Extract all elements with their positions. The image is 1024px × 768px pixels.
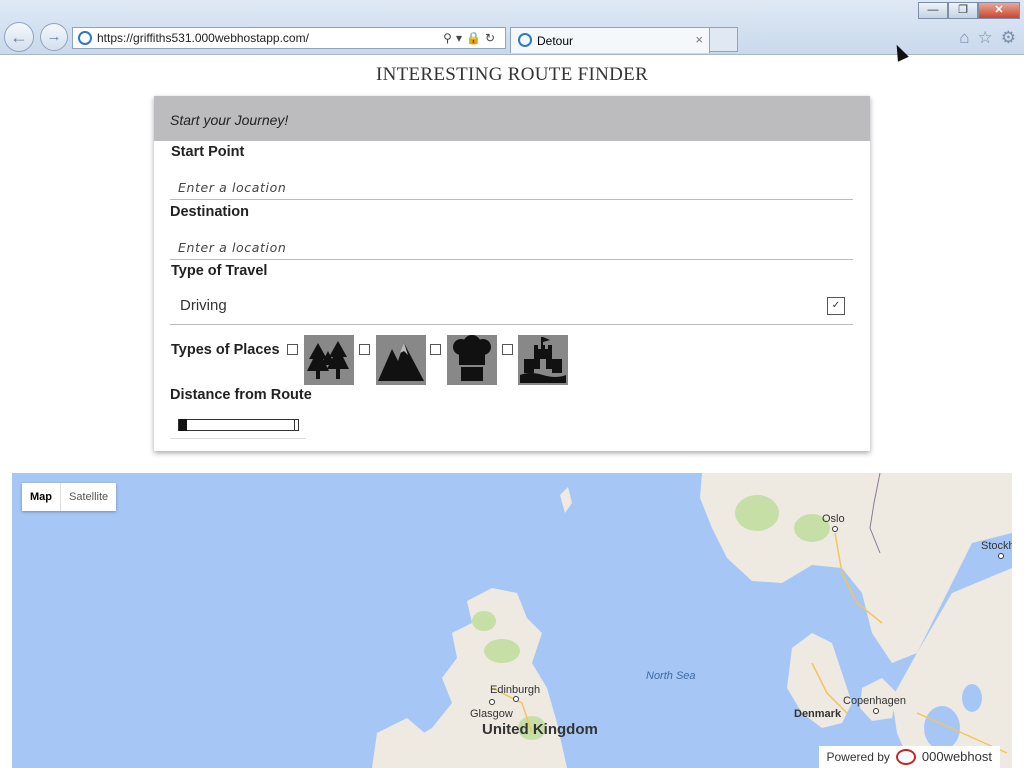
dropdown-icon[interactable]: ▾ (456, 31, 466, 45)
powered-by-badge[interactable]: Powered by 000webhost (818, 746, 1000, 768)
chevron-down-icon[interactable]: ✓ (827, 297, 845, 315)
settings-gear-icon[interactable]: ⚙ (1001, 28, 1016, 48)
map-label-oslo: Oslo (822, 513, 845, 525)
city-dot-oslo (832, 526, 838, 532)
favorites-star-icon[interactable]: ☆ (978, 28, 993, 48)
route-map[interactable]: Map Satellite Oslo Stockh North Sea Edin… (12, 473, 1012, 768)
tab-detour[interactable]: Detour × (510, 27, 710, 53)
address-bar[interactable]: https://griffiths531.000webhostapp.com/ … (72, 27, 506, 49)
map-label-north-sea: North Sea (646, 670, 696, 682)
map-label-stockholm: Stockh (981, 540, 1012, 552)
distance-label: Distance from Route (170, 387, 312, 403)
home-icon[interactable]: ⌂ (959, 28, 969, 48)
map-label-copenhagen: Copenhagen (843, 695, 907, 707)
lock-icon[interactable]: 🔒 (466, 31, 485, 45)
minimize-button[interactable]: — (918, 2, 948, 19)
journey-form: Start your Journey! Start Point Destinat… (154, 96, 870, 451)
map-label-edinburgh: Edinburgh (490, 684, 541, 696)
webhost-logo-icon (895, 749, 916, 765)
city-dot-glasgow (513, 696, 519, 702)
back-button[interactable]: ← (4, 22, 34, 52)
map-label-united-kingdom: United Kingdom (482, 721, 598, 738)
search-icon[interactable]: ⚲ (443, 31, 456, 45)
start-point-input[interactable] (170, 176, 853, 200)
new-tab-button[interactable] (710, 27, 738, 52)
restore-button[interactable]: ❐ (948, 2, 978, 19)
restaurant-checkbox[interactable] (430, 344, 441, 355)
city-dot-copenhagen (873, 708, 879, 714)
travel-type-value: Driving (180, 297, 227, 314)
slider-underline (170, 438, 306, 439)
tab-close-icon[interactable]: × (695, 28, 703, 52)
distance-slider[interactable] (178, 419, 299, 431)
powered-by-text: Powered by (826, 750, 890, 764)
places-type-label: Types of Places (171, 342, 280, 358)
tab-favicon-icon (518, 33, 532, 47)
city-dot-edinburgh (489, 699, 495, 705)
map-type-control: Map Satellite (22, 483, 117, 511)
tab-title: Detour (537, 34, 574, 48)
address-tools: ⚲▾🔒↻ (443, 28, 499, 48)
slider-thumb[interactable] (179, 419, 187, 431)
start-point-label: Start Point (171, 144, 245, 160)
restaurant-icon (447, 335, 497, 385)
map-type-satellite-button[interactable]: Satellite (60, 483, 116, 511)
map-label-glasgow: Glasgow (470, 708, 513, 720)
page-title: INTERESTING ROUTE FINDER (375, 64, 649, 85)
address-url[interactable]: https://griffiths531.000webhostapp.com/ (97, 28, 309, 48)
close-button[interactable]: ✕ (978, 2, 1020, 19)
destination-input[interactable] (170, 236, 853, 260)
browser-toolbar: ← → https://griffiths531.000webhostapp.c… (0, 0, 1024, 55)
travel-type-label: Type of Travel (171, 263, 268, 279)
back-arrow-icon: ← (10, 27, 28, 47)
powered-by-brand: 000webhost (921, 749, 992, 764)
destination-label: Destination (170, 204, 249, 220)
window-controls: — ❐ ✕ (918, 2, 1020, 20)
mountain-icon (376, 335, 426, 385)
castle-checkbox[interactable] (502, 344, 513, 355)
forest-icon (304, 335, 354, 385)
browser-right-icons: ⌂ ☆ ⚙ (959, 28, 1016, 48)
slider-end-mark (294, 420, 295, 430)
forest-checkbox[interactable] (287, 344, 298, 355)
refresh-icon[interactable]: ↻ (485, 31, 499, 45)
map-type-map-button[interactable]: Map (22, 483, 60, 511)
forward-button[interactable]: → (40, 23, 68, 51)
forward-arrow-icon: → (46, 28, 62, 45)
travel-type-select[interactable]: Driving ✓ (170, 289, 853, 325)
castle-icon (518, 335, 568, 385)
ie-favicon-icon (78, 31, 92, 45)
city-dot-stockholm (998, 553, 1004, 559)
form-header: Start your Journey! (154, 96, 870, 141)
map-label-denmark: Denmark (794, 708, 842, 720)
mountain-checkbox[interactable] (359, 344, 370, 355)
